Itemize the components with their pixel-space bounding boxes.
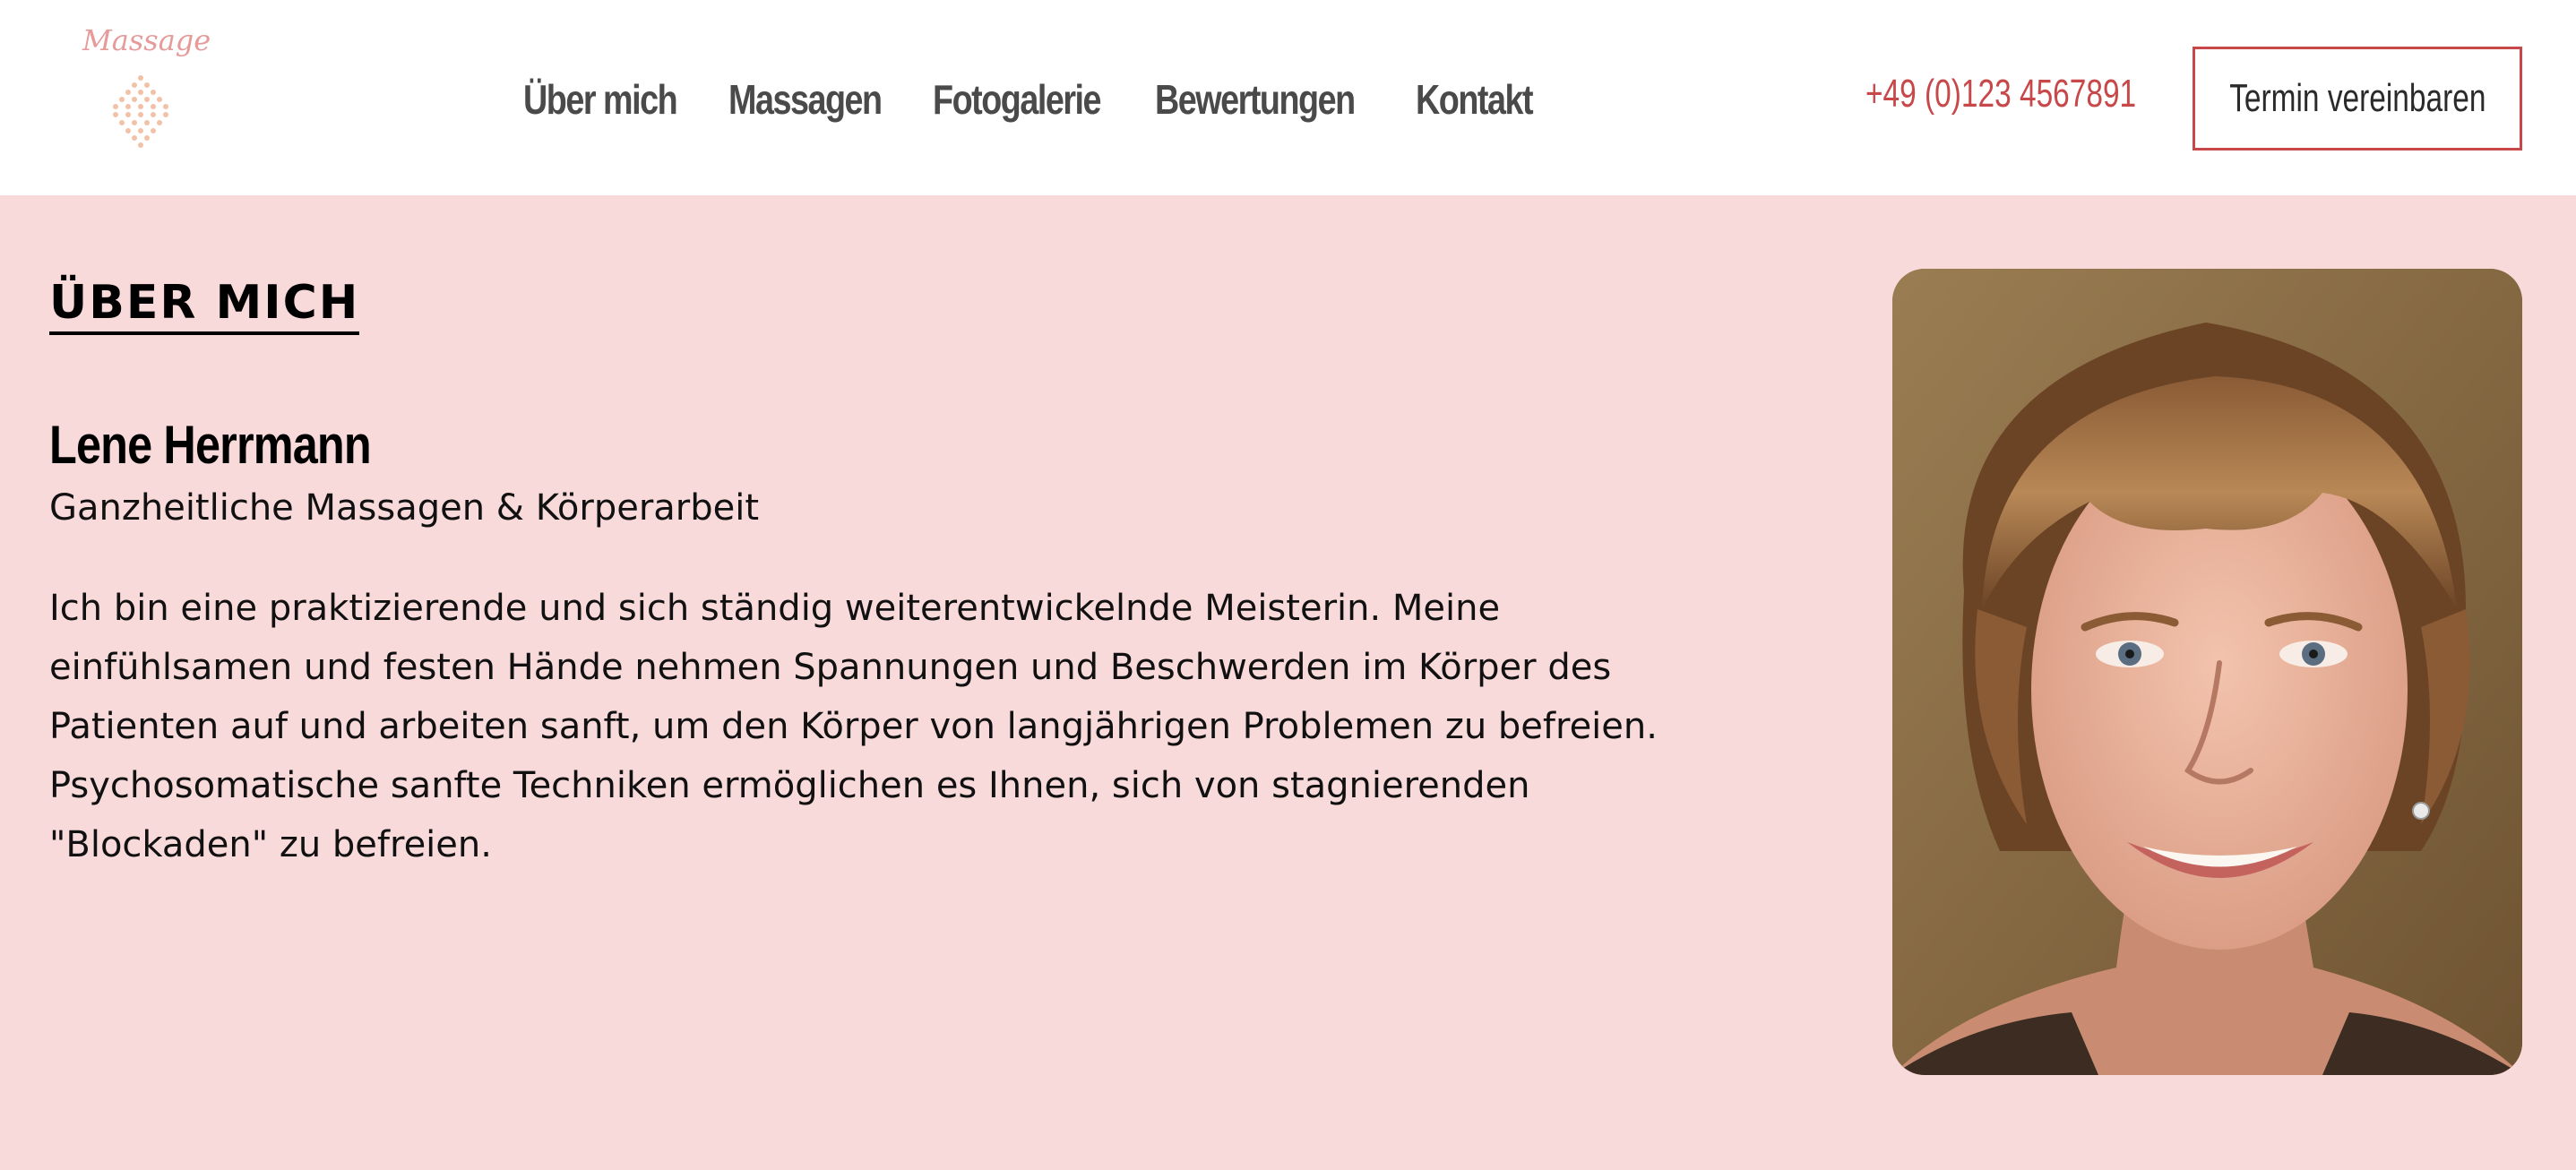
bio-line: "Blockaden" zu befreien. xyxy=(49,824,492,865)
therapist-subtitle: Ganzheitliche Massagen & Körperarbeit xyxy=(49,487,760,529)
nav-item-fotogalerie[interactable]: Fotogalerie xyxy=(933,75,1102,124)
bio-line: einfühlsamen und festen Hände nehmen Spa… xyxy=(49,647,1612,688)
site-logo[interactable]: Massage xyxy=(82,23,211,158)
book-appointment-button[interactable]: Termin vereinbaren xyxy=(2193,47,2522,151)
lotus-logo-icon xyxy=(113,75,168,148)
nav-item-bewertungen[interactable]: Bewertungen xyxy=(1155,75,1356,124)
bio-paragraph: Ich bin eine praktizierende und sich stä… xyxy=(49,579,1752,874)
therapist-portrait xyxy=(1892,269,2522,1075)
bio-line: Patienten auf und arbeiten sanft, um den… xyxy=(49,706,1658,747)
nav-item-ueber-mich[interactable]: Über mich xyxy=(523,75,678,124)
nav-item-kontakt[interactable]: Kontakt xyxy=(1416,75,1534,124)
section-heading: ÜBER MICH xyxy=(49,276,360,335)
portrait-illustration xyxy=(1892,269,2522,1075)
phone-link[interactable]: +49 (0)123 4567891 xyxy=(1865,72,2136,116)
logo-wordmark: Massage xyxy=(82,23,211,57)
bio-line: Psychosomatische sanfte Techniken ermögl… xyxy=(49,765,1530,806)
bio-line: Ich bin eine praktizierende und sich stä… xyxy=(49,588,1501,629)
nav-item-massagen[interactable]: Massagen xyxy=(728,75,883,124)
site-header: Massage Über mich Massagen Fotogalerie B… xyxy=(0,0,2576,195)
book-appointment-label: Termin vereinbaren xyxy=(2228,76,2486,120)
main-navigation: Über mich Massagen Fotogalerie Bewertung… xyxy=(523,70,1534,129)
therapist-name: Lene Herrmann xyxy=(49,415,372,475)
